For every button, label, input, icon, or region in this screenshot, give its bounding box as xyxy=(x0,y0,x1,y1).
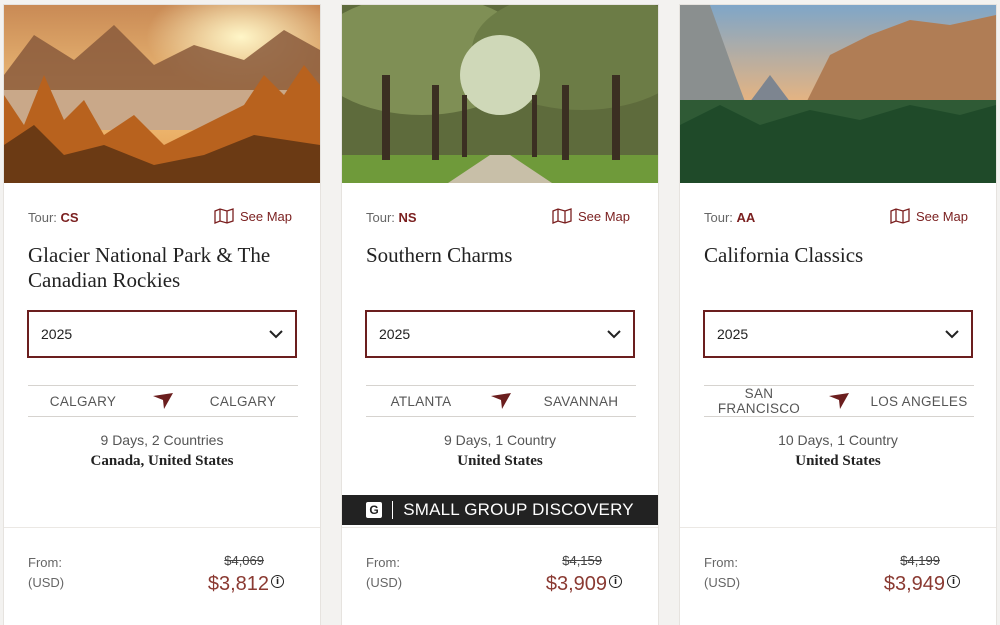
chevron-down-icon xyxy=(607,329,621,339)
tour-label: Tour: xyxy=(366,210,395,225)
route-start: ATLANTA xyxy=(390,393,452,409)
year-select[interactable]: 2025 xyxy=(365,310,635,358)
countries: United States xyxy=(795,453,881,469)
year-select[interactable]: 2025 xyxy=(27,310,297,358)
see-map-link[interactable]: See Map xyxy=(890,208,968,224)
tour-title[interactable]: Glacier National Park & The Canadian Roc… xyxy=(28,243,303,293)
tour-card[interactable]: Tour: NS See Map Southern Charms 2025 AT… xyxy=(342,5,658,625)
sale-price: $3,949 i xyxy=(884,573,960,596)
tour-title[interactable]: Southern Charms xyxy=(366,243,641,268)
price-label: From: (USD) xyxy=(366,553,402,593)
info-icon[interactable]: i xyxy=(271,575,284,588)
sale-price-value: $3,812 xyxy=(207,573,269,595)
g-logo-icon: G xyxy=(366,502,383,518)
see-map-label: See Map xyxy=(577,208,630,224)
see-map-label: See Map xyxy=(915,208,968,224)
tour-card[interactable]: Tour: AA See Map California Classics 202… xyxy=(680,5,996,625)
countries: Canada, United States xyxy=(90,453,234,469)
route-start: CALGARY xyxy=(49,393,117,409)
sale-price-value: $3,909 xyxy=(545,573,607,595)
sale-price: $3,812 i xyxy=(208,573,284,596)
tour-code-line: Tour: AA xyxy=(704,210,755,225)
plane-icon xyxy=(828,392,850,410)
route: ATLANTA SAVANNAH xyxy=(366,385,636,417)
map-icon xyxy=(890,208,910,224)
duration: 10 Days, 1 Country xyxy=(778,432,898,448)
original-price: $4,159 xyxy=(562,553,602,568)
year-select[interactable]: 2025 xyxy=(703,310,973,358)
from-label: From: xyxy=(366,555,400,570)
from-label: From: xyxy=(28,555,62,570)
from-label: From: xyxy=(704,555,738,570)
duration: 9 Days, 2 Countries xyxy=(100,432,224,448)
chevron-down-icon xyxy=(945,329,959,339)
price-label: From: (USD) xyxy=(28,553,64,593)
tour-code: NS xyxy=(398,210,417,225)
year-value: 2025 xyxy=(717,326,749,342)
tour-image[interactable] xyxy=(342,5,658,183)
original-price: $4,069 xyxy=(224,553,264,568)
divider xyxy=(342,527,658,528)
route-start: SAN FRANCISCO xyxy=(717,386,801,416)
map-icon xyxy=(552,208,572,224)
tour-image[interactable] xyxy=(680,5,996,183)
see-map-link[interactable]: See Map xyxy=(552,208,630,224)
route-end: LOS ANGELES xyxy=(870,393,968,409)
tour-code-line: Tour: CS xyxy=(28,210,79,225)
sale-price: $3,909 i xyxy=(546,573,622,596)
tour-code: CS xyxy=(60,210,79,225)
info-icon[interactable]: i xyxy=(609,575,622,588)
duration: 9 Days, 1 Country xyxy=(443,432,557,448)
divider xyxy=(4,527,320,528)
tour-label: Tour: xyxy=(704,210,733,225)
price-label: From: (USD) xyxy=(704,553,740,593)
banner-label: SMALL GROUP DISCOVERY xyxy=(403,500,634,519)
year-value: 2025 xyxy=(379,326,411,342)
currency-label: (USD) xyxy=(704,575,741,590)
currency-label: (USD) xyxy=(28,575,65,590)
route: CALGARY CALGARY xyxy=(28,385,298,417)
currency-label: (USD) xyxy=(366,575,403,590)
divider xyxy=(680,527,996,528)
banner-separator xyxy=(392,501,394,519)
plane-icon xyxy=(490,392,512,410)
sale-price-value: $3,949 xyxy=(883,573,945,595)
route-end: SAVANNAH xyxy=(543,393,619,409)
info-icon[interactable]: i xyxy=(947,575,960,588)
route-end: CALGARY xyxy=(209,393,277,409)
see-map-link[interactable]: See Map xyxy=(214,208,292,224)
tour-code: AA xyxy=(736,210,756,225)
year-value: 2025 xyxy=(41,326,73,342)
map-icon xyxy=(214,208,234,224)
route: SAN FRANCISCO LOS ANGELES xyxy=(704,385,974,417)
chevron-down-icon xyxy=(269,329,283,339)
tour-title[interactable]: California Classics xyxy=(704,243,979,268)
small-group-discovery-banner: G SMALL GROUP DISCOVERY xyxy=(342,495,658,525)
see-map-label: See Map xyxy=(239,208,292,224)
tour-card[interactable]: Tour: CS See Map Glacier National Park &… xyxy=(4,5,320,625)
countries: United States xyxy=(457,453,543,469)
tour-code-line: Tour: NS xyxy=(366,210,417,225)
tour-image[interactable] xyxy=(4,5,320,183)
plane-icon xyxy=(152,392,174,410)
original-price: $4,199 xyxy=(900,553,940,568)
tour-label: Tour: xyxy=(28,210,57,225)
